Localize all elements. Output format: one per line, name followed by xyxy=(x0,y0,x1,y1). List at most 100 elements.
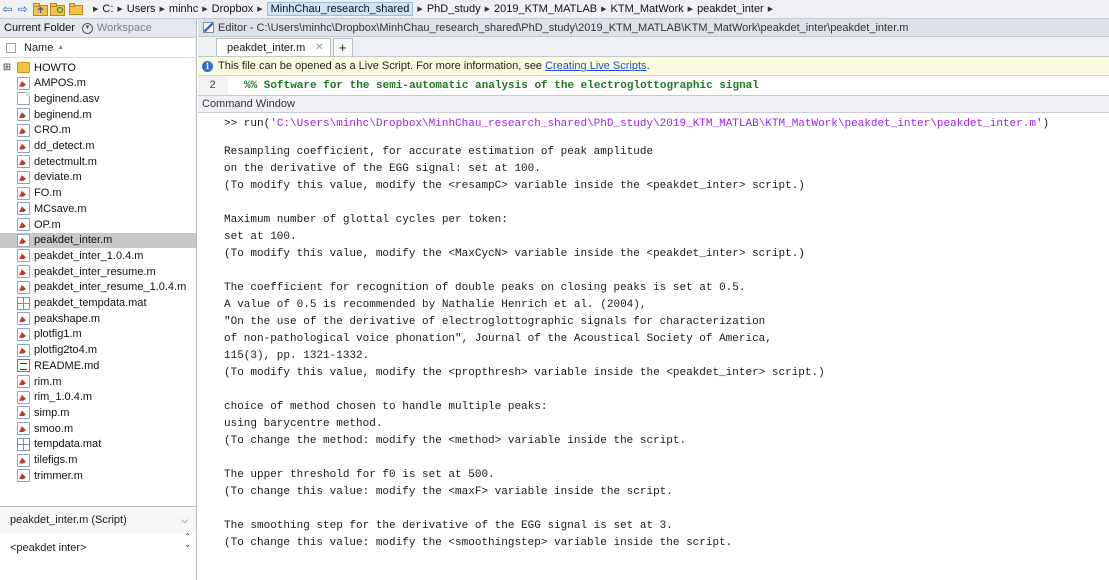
chevron-right-icon: ▶ xyxy=(484,6,491,13)
details-panel-header[interactable]: peakdet_inter.m (Script) ⌵ xyxy=(0,506,196,533)
file-item[interactable]: tilefigs.m xyxy=(0,453,196,468)
file-item[interactable]: peakshape.m xyxy=(0,311,196,326)
command-output-line: (To change this value: modify the <maxF>… xyxy=(224,486,673,498)
file-name: peakdet_inter_resume_1.0.4.m xyxy=(34,281,187,294)
line-number: 2 xyxy=(198,76,228,95)
select-all-checkbox[interactable] xyxy=(6,42,16,53)
creating-live-scripts-link[interactable]: Creating Live Scripts xyxy=(545,60,647,72)
file-item[interactable]: detectmult.m xyxy=(0,154,196,169)
m-file-icon xyxy=(17,218,30,231)
file-name: beginend.m xyxy=(34,108,92,121)
m-file-icon xyxy=(17,343,30,357)
expand-icon[interactable]: ⊞ xyxy=(2,62,12,73)
code-comment[interactable]: %% Software for the semi-automatic analy… xyxy=(244,80,759,92)
command-window[interactable]: >> run('C:\Users\minhc\Dropbox\MinhChau_… xyxy=(198,113,1109,580)
file-item[interactable]: ⊞ HOWTO xyxy=(0,60,196,75)
close-icon[interactable]: ✕ xyxy=(315,42,323,53)
file-item[interactable]: README.md xyxy=(0,358,196,373)
folder-icon xyxy=(68,2,84,17)
breadcrumb-item[interactable]: C: xyxy=(102,3,113,15)
breadcrumb-item[interactable]: peakdet_inter xyxy=(697,3,764,15)
file-item[interactable]: peakdet_tempdata.mat xyxy=(0,296,196,311)
file-name: README.md xyxy=(34,359,100,372)
command-output-line: The upper threshold for f0 is set at 500… xyxy=(224,469,495,481)
file-item[interactable]: beginend.asv xyxy=(0,91,196,106)
file-item[interactable]: tempdata.mat xyxy=(0,437,196,452)
chevron-right-icon: ▶ xyxy=(601,6,607,13)
file-item[interactable]: peakdet_inter.m xyxy=(0,232,196,248)
file-item[interactable]: CRO.m xyxy=(0,123,196,138)
editor-tabs: peakdet_inter.m ✕ + xyxy=(198,37,1109,57)
file-name: OP.m xyxy=(34,218,61,231)
file-item[interactable]: trimmer.m xyxy=(0,468,196,483)
panel-tabs: Current Folder ▼ Workspace xyxy=(0,19,196,38)
file-name: peakdet_inter.m xyxy=(34,234,113,247)
file-item[interactable]: plotfig2to4.m xyxy=(0,343,196,358)
file-name: CRO.m xyxy=(34,124,71,137)
file-item[interactable]: dd_detect.m xyxy=(0,139,196,154)
file-name: plotfig1.m xyxy=(34,328,82,341)
m-file-icon xyxy=(17,469,30,483)
breadcrumb-item[interactable]: PhD_study xyxy=(427,3,481,15)
breadcrumb-item[interactable]: 2019_KTM_MATLAB xyxy=(494,3,597,15)
file-name: simp.m xyxy=(34,406,70,419)
tab-peakdet-inter[interactable]: peakdet_inter.m ✕ xyxy=(216,38,331,56)
command-string: 'C:\Users\minhc\Dropbox\MinhChau_researc… xyxy=(270,118,1043,130)
command-prompt-line[interactable]: >> run('C:\Users\minhc\Dropbox\MinhChau_… xyxy=(224,118,1049,130)
breadcrumb-item[interactable]: Users xyxy=(127,3,156,15)
file-name: beginend.asv xyxy=(34,92,100,105)
file-item[interactable]: beginend.m xyxy=(0,107,196,122)
file-item[interactable]: plotfig1.m xyxy=(0,327,196,342)
file-name: smoo.m xyxy=(34,422,74,435)
mat-file-icon xyxy=(17,296,30,310)
command-output-line: (To modify this value, modify the <MaxCy… xyxy=(224,248,805,260)
scroll-arrows-icon[interactable]: ⌃ ⌄ xyxy=(184,533,191,549)
new-tab-button[interactable]: + xyxy=(332,38,353,56)
breadcrumb-item[interactable]: Dropbox xyxy=(212,3,254,15)
tab-current-folder[interactable]: Current Folder xyxy=(4,22,75,34)
breadcrumb-item-highlighted[interactable]: MinhChau_research_shared xyxy=(266,2,414,16)
file-item[interactable]: MCsave.m xyxy=(0,201,196,216)
m-file-icon xyxy=(17,390,30,404)
file-item[interactable]: peakdet_inter_resume.m xyxy=(0,264,196,279)
file-item[interactable]: peakdet_inter_resume_1.0.4.m xyxy=(0,280,196,295)
file-item[interactable]: smoo.m xyxy=(0,421,196,436)
chevron-down-icon[interactable]: ⌵ xyxy=(181,515,188,526)
file-item[interactable]: AMPOS.m xyxy=(0,76,196,91)
file-list-header[interactable]: Name ▲ xyxy=(0,38,196,58)
panel-actions-icon[interactable]: ▼ xyxy=(81,22,93,34)
m-file-icon xyxy=(17,123,30,137)
m-file-icon xyxy=(17,139,30,153)
file-item[interactable]: simp.m xyxy=(0,405,196,420)
details-title: peakdet_inter.m (Script) xyxy=(10,514,127,526)
file-name: detectmult.m xyxy=(34,155,97,168)
file-item[interactable]: rim.m xyxy=(0,374,196,389)
file-item[interactable]: FO.m xyxy=(0,186,196,201)
file-item[interactable]: OP.m xyxy=(0,217,196,232)
m-file-icon xyxy=(17,186,30,200)
md-file-icon xyxy=(17,359,30,373)
file-item[interactable]: deviate.m xyxy=(0,170,196,185)
sort-ascending-icon: ▲ xyxy=(57,44,65,51)
file-name: tilefigs.m xyxy=(34,454,78,466)
breadcrumb-item[interactable]: minhc xyxy=(169,3,198,15)
browse-folder-icon[interactable] xyxy=(50,2,66,17)
command-window-title: Command Window xyxy=(202,98,295,110)
tab-workspace[interactable]: Workspace xyxy=(97,22,152,34)
m-file-icon xyxy=(17,280,30,294)
chevron-right-icon: ▶ xyxy=(257,6,263,13)
back-arrow-icon[interactable]: ⇦ xyxy=(0,2,15,17)
command-prompt-end: ) xyxy=(1042,118,1050,130)
chevron-right-icon[interactable]: ▶ xyxy=(768,5,773,13)
column-name[interactable]: Name xyxy=(24,42,53,54)
breadcrumb-item[interactable]: KTM_MatWork xyxy=(611,3,684,15)
code-line[interactable]: 2 %% Software for the semi-automatic ana… xyxy=(198,76,1109,96)
command-output-line: of non-pathological voice phonation", Jo… xyxy=(224,333,772,345)
command-output-line: (To change the method: modify the <metho… xyxy=(224,435,687,447)
editor-panel: Editor - C:\Users\minhc\Dropbox\MinhChau… xyxy=(198,19,1109,580)
file-item[interactable]: rim_1.0.4.m xyxy=(0,390,196,405)
forward-arrow-icon[interactable]: ⇨ xyxy=(15,2,30,17)
file-item[interactable]: peakdet_inter_1.0.4.m xyxy=(0,248,196,263)
file-name: peakdet_inter_1.0.4.m xyxy=(34,249,144,262)
up-folder-icon[interactable] xyxy=(32,2,48,17)
